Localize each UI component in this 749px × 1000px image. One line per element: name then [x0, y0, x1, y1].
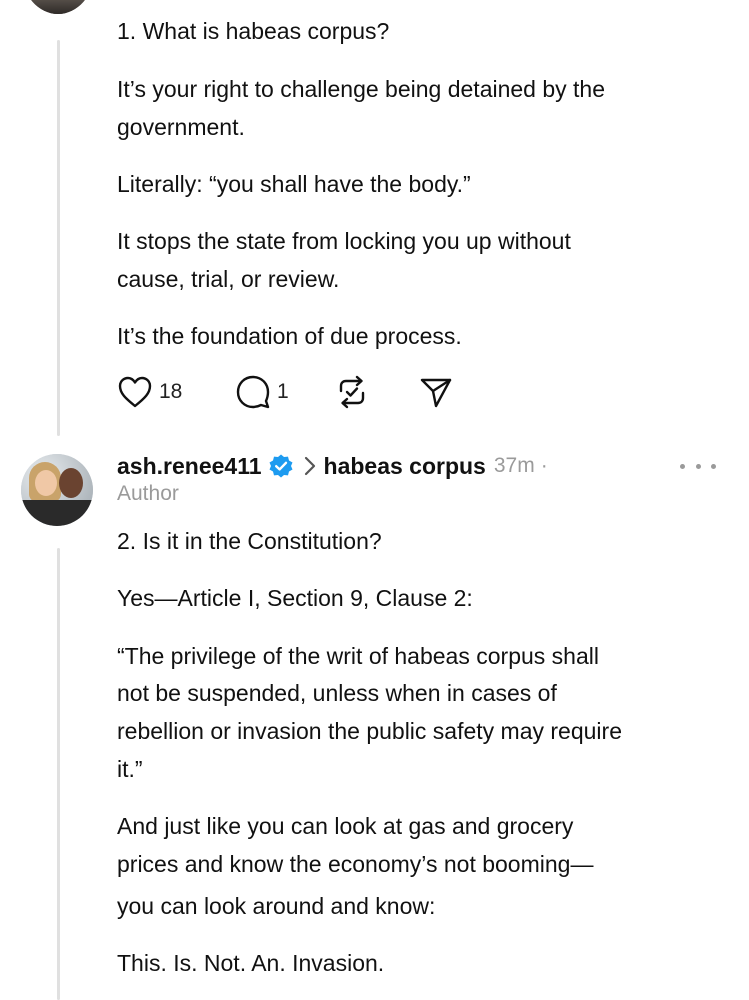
- repost-icon: [339, 375, 365, 409]
- post-1-line: cause, trial, or review.: [117, 266, 340, 292]
- post-1-line: 1. What is habeas corpus?: [117, 18, 390, 44]
- post-2-line: it.”: [117, 756, 143, 782]
- thread-line: [57, 40, 60, 436]
- post-1-line: It’s the foundation of due process.: [117, 323, 462, 349]
- comment-icon: [236, 375, 270, 409]
- thread-line: [57, 548, 60, 1000]
- heart-icon: [118, 376, 152, 408]
- topic-tag[interactable]: habeas corpus: [324, 453, 486, 480]
- post-2-line: And just like you can look at gas and gr…: [117, 813, 574, 839]
- repost-button[interactable]: [335, 372, 369, 412]
- post-2-line: Yes—Article I, Section 9, Clause 2:: [117, 585, 473, 611]
- post-2-line: prices and know the economy’s not boomin…: [117, 851, 594, 877]
- like-count: 18: [159, 380, 183, 403]
- post-2-line: not be suspended, unless when in cases o…: [117, 680, 557, 706]
- reply-count: 1: [277, 380, 289, 403]
- avatar-face-left: [35, 470, 57, 496]
- post-2-line: rebellion or invasion the public safety …: [117, 718, 622, 744]
- post-timestamp: 37m: [493, 454, 535, 477]
- reply-button[interactable]: 1: [235, 372, 289, 412]
- post-2-header: ash.renee411 habeas corpus 37m ·: [117, 448, 548, 484]
- avatar-image: [22, 0, 94, 14]
- avatar[interactable]: [21, 454, 93, 526]
- separator-dot: ·: [540, 454, 548, 477]
- post-1-line: It stops the state from locking you up w…: [117, 228, 571, 254]
- post-1-actions: 18 1: [117, 372, 517, 412]
- post-2-line: you can look around and know:: [117, 893, 436, 919]
- post-2-line: 2. Is it in the Constitution?: [117, 528, 382, 554]
- avatar-previous-post[interactable]: [22, 0, 94, 14]
- share-button[interactable]: [419, 372, 453, 412]
- like-button[interactable]: 18: [117, 372, 182, 412]
- more-options-button[interactable]: [680, 456, 716, 476]
- post-1-line: It’s your right to challenge being detai…: [117, 76, 606, 102]
- author-label: Author: [117, 482, 179, 505]
- avatar-face-right: [59, 468, 83, 498]
- verified-badge-icon: [268, 453, 294, 479]
- post-2-line: This. Is. Not. An. Invasion.: [117, 950, 385, 976]
- username[interactable]: ash.renee411: [117, 453, 262, 480]
- chevron-right-icon: [304, 456, 316, 476]
- send-icon: [420, 378, 452, 408]
- post-2-line: “The privilege of the writ of habeas cor…: [117, 643, 599, 669]
- more-dot: [711, 463, 716, 469]
- avatar-clothing: [21, 500, 93, 526]
- post-1-line: government.: [117, 114, 245, 140]
- post-1-line: Literally: “you shall have the body.”: [117, 171, 471, 197]
- more-dot: [680, 463, 685, 469]
- more-dot: [695, 463, 701, 469]
